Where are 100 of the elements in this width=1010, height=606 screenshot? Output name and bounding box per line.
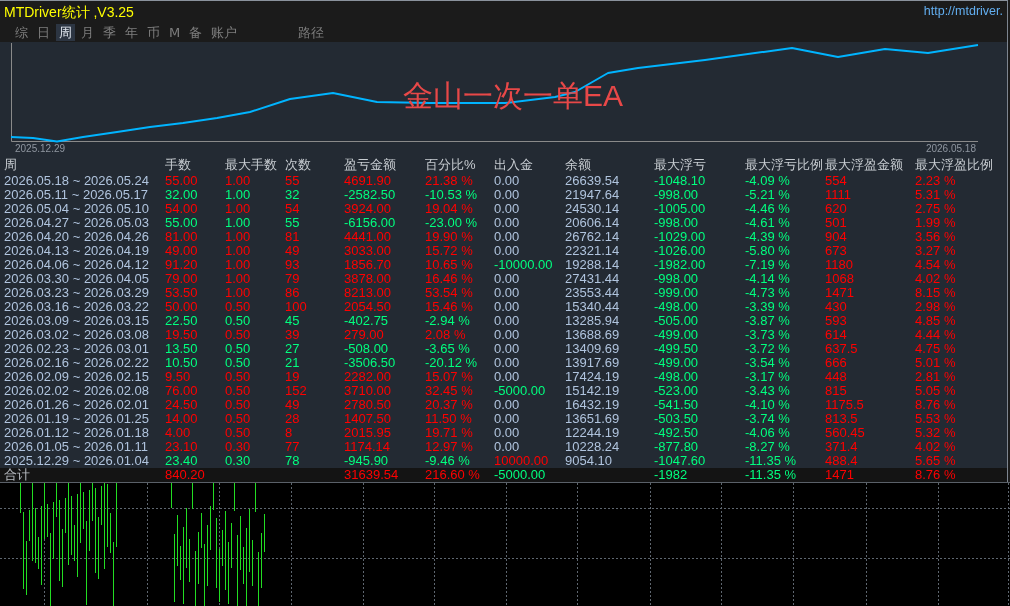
table-cell: 4.02 %	[915, 272, 956, 286]
table-cell: 2026.04.13 ~ 2026.04.19	[4, 244, 149, 258]
table-cell: 152	[285, 384, 307, 398]
table-cell: -3506.50	[344, 356, 396, 370]
table-cell: 79.00	[165, 272, 198, 286]
table-cell: 4.00	[165, 426, 191, 440]
table-cell: -492.50	[654, 426, 699, 440]
table-cell: 55.00	[165, 216, 198, 230]
table-cell: 1.00	[225, 272, 251, 286]
table-cell: -1048.10	[654, 174, 706, 188]
table-cell: 0.00	[494, 370, 520, 384]
table-cell: -499.00	[654, 328, 699, 342]
table-cell: 0.50	[225, 426, 251, 440]
table-cell: 17424.19	[565, 370, 620, 384]
tab[interactable]: 日	[34, 23, 53, 41]
tab[interactable]: 月	[78, 23, 97, 41]
table-cell: 26762.14	[565, 230, 620, 244]
table-cell: 15340.44	[565, 300, 620, 314]
tab[interactable]: 币	[144, 23, 163, 41]
table-cell: 0.00	[494, 300, 520, 314]
table-cell: -1047.60	[654, 454, 706, 468]
table-cell: 2015.95	[344, 426, 391, 440]
table-cell: -4.06 %	[745, 426, 790, 440]
table-cell: -508.00	[344, 342, 389, 356]
table-cell: 0.50	[225, 300, 251, 314]
table-cell: 28	[285, 412, 300, 426]
tab[interactable]: 周	[56, 23, 75, 41]
table-cell: 79	[285, 272, 300, 286]
url-text: http://mtdriver.	[923, 4, 1003, 19]
tab[interactable]: 备	[186, 23, 206, 41]
table-cell: 0.50	[225, 412, 251, 426]
table-cell: 1.00	[225, 230, 251, 244]
table-cell: -6156.00	[344, 216, 396, 230]
table-cell: 3878.00	[344, 272, 391, 286]
tab[interactable]: 账户	[208, 23, 241, 41]
table-cell: 0.00	[494, 230, 520, 244]
table-cell: 22.50	[165, 314, 198, 328]
table-cell: 13285.94	[565, 314, 620, 328]
table-cell: 0.00	[494, 202, 520, 216]
column-header: 百分比%	[425, 157, 476, 173]
table-cell: 21947.64	[565, 188, 620, 202]
tab[interactable]: 综	[12, 23, 31, 41]
table-cell: 2026.03.30 ~ 2026.04.05	[4, 272, 149, 286]
table-cell: 5.01 %	[915, 356, 956, 370]
column-header: 周	[4, 157, 17, 173]
table-cell: -23.00 %	[425, 216, 478, 230]
table-cell: 1.00	[225, 258, 251, 272]
tab[interactable]: 年	[122, 23, 141, 41]
table-cell: 2026.04.06 ~ 2026.04.12	[4, 258, 149, 272]
table-cell: -8.27 %	[745, 440, 790, 454]
column-header: 出入金	[494, 157, 533, 173]
tab[interactable]: 季	[100, 23, 119, 41]
table-cell: 0.50	[225, 328, 251, 342]
table-cell: 2054.50	[344, 300, 391, 314]
table-cell: 78	[285, 454, 300, 468]
table-cell: 23.10	[165, 440, 198, 454]
table-cell: 666	[825, 356, 847, 370]
table-cell: 430	[825, 300, 847, 314]
table-cell: 0.00	[494, 412, 520, 426]
table-cell: 216.60 %	[425, 468, 480, 482]
table-cell: 0.50	[225, 384, 251, 398]
table-cell: 2026.03.02 ~ 2026.03.08	[4, 328, 149, 342]
table-cell: 2026.03.09 ~ 2026.03.15	[4, 314, 149, 328]
table-cell: -1005.00	[654, 202, 706, 216]
table-cell: 10228.24	[565, 440, 620, 454]
table-cell: 1111	[825, 188, 852, 202]
table-cell: 9.50	[165, 370, 191, 384]
table-cell: 0.00	[494, 426, 520, 440]
column-header: 最大手数	[225, 157, 277, 173]
table-cell: 19.90 %	[425, 230, 473, 244]
table-cell: 8213.00	[344, 286, 391, 300]
table-cell: 81.00	[165, 230, 198, 244]
table-cell: 2.98 %	[915, 300, 956, 314]
table-cell: 0.50	[225, 314, 251, 328]
table-cell: -10000.00	[494, 258, 553, 272]
table-cell: 45	[285, 314, 300, 328]
tab[interactable]: 路径	[295, 23, 328, 41]
table-cell: 49.00	[165, 244, 198, 258]
table-cell: 21.38 %	[425, 174, 473, 188]
table-cell: 371.4	[825, 440, 858, 454]
table-cell: 1175.5	[825, 398, 864, 412]
table-cell: 50.00	[165, 300, 198, 314]
table-cell: 10.50	[165, 356, 198, 370]
table-cell: 13917.69	[565, 356, 620, 370]
table-cell: 448	[825, 370, 847, 384]
table-cell: 8.76 %	[915, 468, 956, 482]
table-cell: -498.00	[654, 300, 699, 314]
table-cell: -4.09 %	[745, 174, 790, 188]
table-cell: -10.53 %	[425, 188, 478, 202]
table-cell: 4.54 %	[915, 258, 956, 272]
table-cell: -4.14 %	[745, 272, 790, 286]
table-cell: 100	[285, 300, 307, 314]
table-cell: 2026.05.04 ~ 2026.05.10	[4, 202, 149, 216]
table-cell: 55.00	[165, 174, 198, 188]
table-cell: 22321.14	[565, 244, 620, 258]
table-cell: -503.50	[654, 412, 699, 426]
tab[interactable]: M	[166, 23, 184, 41]
table-cell: 10000.00	[494, 454, 549, 468]
table-cell: 91.20	[165, 258, 198, 272]
table-cell: 15.46 %	[425, 300, 473, 314]
